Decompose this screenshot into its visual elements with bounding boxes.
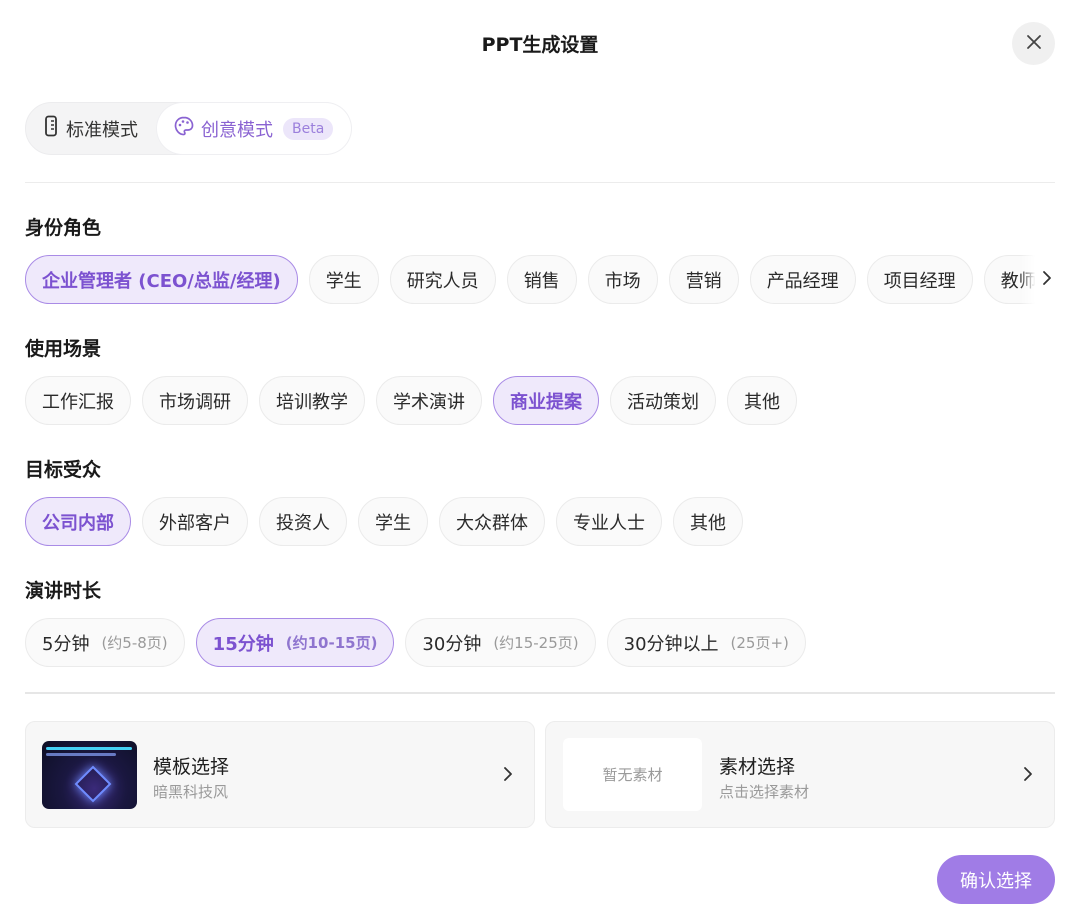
scenario-chip[interactable]: 市场调研 [142,376,248,425]
role-chip[interactable]: 项目经理 [866,255,973,304]
role-chip[interactable]: 销售 [506,255,577,304]
mode-creative-tab[interactable]: 创意模式 Beta [157,103,351,154]
chevron-right-icon [1023,766,1033,786]
duration-chip[interactable]: 30分钟以上 (25页+) [606,618,806,667]
duration-chip-label: 30分钟以上 [623,633,719,655]
thumbnail-cube-graphic [74,765,112,803]
duration-chip-pages: (约15-25页) [493,634,579,652]
audience-chip[interactable]: 其他 [673,497,743,546]
role-chip-row: 企业管理者 (CEO/总监/经理) 学生 研究人员 销售 市场 营销 产品经理 项目经理 教师 [25,255,1054,304]
chevron-right-icon [1042,270,1052,290]
role-section-title: 身份角色 [25,217,102,239]
scenario-chip[interactable]: 其他 [727,376,797,425]
audience-chip[interactable]: 专业人士 [556,497,662,546]
material-card-subtitle: 点击选择素材 [719,783,810,801]
duration-chip[interactable]: 30分钟 (约15-25页) [405,618,596,667]
duration-chip-label: 5分钟 [42,633,90,655]
duration-chip[interactable]: 5分钟 (约5-8页) [25,618,185,667]
template-select-card[interactable]: 模板选择 暗黑科技风 [25,721,535,828]
mode-standard-tab[interactable]: 标准模式 [38,103,163,154]
duration-chip-pages: (25页+) [730,634,789,652]
role-chip[interactable]: 产品经理 [749,255,856,304]
audience-section-title: 目标受众 [25,459,102,481]
top-divider [25,182,1055,183]
close-icon [1026,34,1042,54]
mode-standard-label: 标准模式 [66,119,138,141]
audience-chip[interactable]: 公司内部 [25,497,131,546]
role-chip[interactable]: 研究人员 [389,255,496,304]
scenario-section-title: 使用场景 [25,338,102,360]
role-scroll-right-button[interactable] [1020,255,1058,304]
duration-chip-pages: (约5-8页) [101,634,168,652]
duration-chip-row: 5分钟 (约5-8页) 15分钟 (约10-15页) 30分钟 (约15-25页) 30分钟… [25,618,806,667]
scenario-chip[interactable]: 学术演讲 [376,376,482,425]
dialog-title: PPT生成设置 [481,34,599,56]
audience-chip[interactable]: 学生 [358,497,428,546]
beta-badge: Beta [283,117,334,140]
scenario-chip[interactable]: 工作汇报 [25,376,131,425]
role-chip[interactable]: 企业管理者 (CEO/总监/经理) [25,255,298,304]
thumbnail-title-line [46,747,132,750]
ppt-settings-dialog: PPT生成设置 标准模式 创意模式 Beta 身份角色 企业管理者 (CEO/总… [0,0,1080,912]
ruler-icon [44,115,58,142]
duration-chip-pages: (约10-15页) [285,634,378,652]
close-button[interactable] [1012,22,1055,65]
scenario-chip[interactable]: 商业提案 [493,376,599,425]
audience-chip[interactable]: 外部客户 [142,497,248,546]
scenario-chip[interactable]: 培训教学 [259,376,365,425]
material-card-title: 素材选择 [719,756,796,778]
audience-chip[interactable]: 投资人 [259,497,347,546]
confirm-button[interactable]: 确认选择 [937,855,1055,904]
chevron-right-icon [503,766,513,786]
mode-creative-label: 创意模式 [201,119,273,141]
material-empty-placeholder: 暂无素材 [563,738,702,811]
role-chip[interactable]: 营销 [668,255,739,304]
duration-chip-label: 30分钟 [422,633,482,655]
audience-chip-row: 公司内部 外部客户 投资人 学生 大众群体 专业人士 其他 [25,497,743,546]
duration-section-title: 演讲时长 [25,580,102,602]
thumbnail-subtitle-line [46,753,116,756]
palette-icon [173,115,195,142]
role-chip[interactable]: 市场 [587,255,658,304]
bottom-divider [25,692,1055,694]
template-thumbnail [42,741,137,809]
scenario-chip-row: 工作汇报 市场调研 培训教学 学术演讲 商业提案 活动策划 其他 [25,376,797,425]
audience-chip[interactable]: 大众群体 [439,497,545,546]
template-card-title: 模板选择 [153,756,230,778]
duration-chip[interactable]: 15分钟 (约10-15页) [195,618,395,667]
mode-switch: 标准模式 创意模式 Beta [25,102,351,155]
duration-chip-label: 15分钟 [212,633,274,655]
role-chip[interactable]: 学生 [308,255,379,304]
scenario-chip[interactable]: 活动策划 [610,376,716,425]
role-chip-viewport: 企业管理者 (CEO/总监/经理) 学生 研究人员 销售 市场 营销 产品经理 项目经理 教师 [25,255,1055,305]
template-card-subtitle: 暗黑科技风 [153,783,229,801]
material-select-card[interactable]: 暂无素材 素材选择 点击选择素材 [545,721,1055,828]
